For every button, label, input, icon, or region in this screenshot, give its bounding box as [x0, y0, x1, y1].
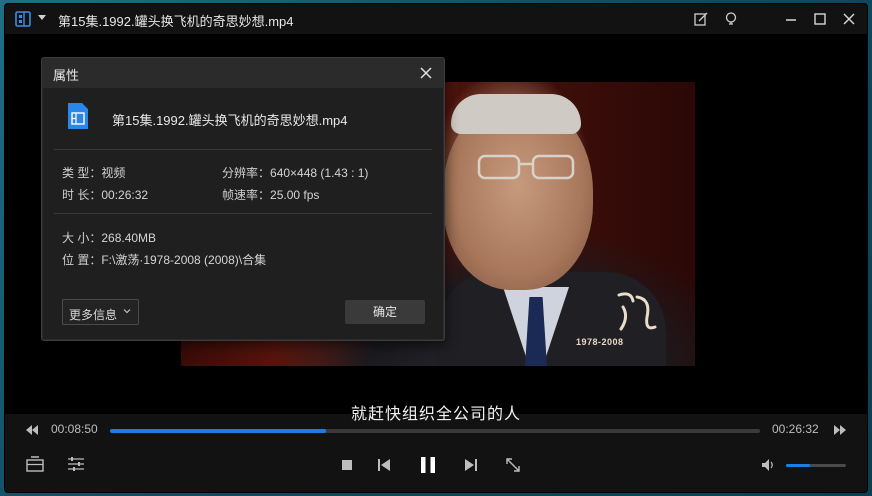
edit-icon[interactable] — [693, 11, 709, 27]
current-time: 00:08:50 — [51, 422, 98, 436]
video-figure-hair — [451, 94, 581, 134]
volume-fill — [786, 464, 810, 467]
location-row: 位 置：F:\激荡·1978-2008 (2008)\合集 — [62, 251, 266, 268]
next-icon[interactable] — [464, 458, 478, 472]
rewind-icon[interactable] — [24, 423, 40, 437]
minimize-icon[interactable] — [783, 11, 799, 27]
stop-icon[interactable] — [341, 459, 353, 471]
divider — [54, 149, 432, 150]
duration-row: 时 长：00:26:32 — [62, 186, 148, 203]
watermark-logo — [617, 292, 657, 331]
video-file-icon — [68, 103, 88, 129]
framerate-row: 帧速率：25.00 fps — [222, 186, 319, 203]
progress-row: 00:08:50 00:26:32 — [5, 420, 867, 440]
duration-label: 时 长： — [62, 188, 102, 202]
bulb-icon[interactable] — [723, 11, 739, 27]
more-info-label: 更多信息 — [69, 308, 118, 322]
app-menu-caret-icon[interactable] — [38, 15, 46, 20]
video-player-window: 第15集.1992.罐头换飞机的奇思妙想.mp4 1978-2008 就赶快组织… — [5, 4, 867, 492]
fullscreen-icon[interactable] — [505, 457, 521, 473]
ok-button[interactable]: 确定 — [345, 300, 425, 324]
dialog-close-icon[interactable] — [420, 67, 432, 79]
previous-icon[interactable] — [377, 458, 391, 472]
window-title: 第15集.1992.罐头换飞机的奇思妙想.mp4 — [58, 14, 294, 29]
volume-slider[interactable] — [786, 464, 846, 467]
dialog-title: 属性 — [53, 68, 80, 83]
close-icon[interactable] — [841, 11, 857, 27]
size-row: 大 小：268.40MB — [62, 229, 156, 246]
maximize-icon[interactable] — [812, 11, 828, 27]
file-name: 第15集.1992.罐头换飞机的奇思妙想.mp4 — [112, 113, 348, 128]
title-bar: 第15集.1992.罐头换飞机的奇思妙想.mp4 — [5, 4, 867, 34]
framerate-label: 帧速率： — [222, 188, 271, 202]
framerate-value: 25.00 fps — [270, 188, 320, 202]
video-figure-glasses — [477, 154, 575, 180]
progress-fill — [110, 429, 327, 433]
duration-value: 00:26:32 — [101, 188, 149, 202]
pause-icon[interactable] — [419, 455, 437, 475]
size-value: 268.40MB — [101, 231, 157, 245]
film-app-icon[interactable] — [15, 11, 31, 27]
resolution-row: 分辨率：640×448 (1.43 : 1) — [222, 164, 368, 181]
location-label: 位 置： — [62, 253, 102, 267]
chevron-down-icon — [123, 309, 131, 314]
settings-sliders-icon[interactable] — [67, 456, 85, 472]
forward-icon[interactable] — [832, 423, 848, 437]
playlist-icon[interactable] — [26, 456, 44, 472]
watermark-text: 1978-2008 — [576, 337, 624, 347]
divider — [54, 213, 432, 214]
type-row: 类 型：视频 — [62, 164, 125, 181]
size-label: 大 小： — [62, 231, 102, 245]
location-value: F:\激荡·1978-2008 (2008)\合集 — [101, 253, 267, 267]
type-label: 类 型： — [62, 166, 102, 180]
properties-dialog: 属性 第15集.1992.罐头换飞机的奇思妙想.mp4 类 型：视频 分辨率：6… — [41, 57, 445, 341]
resolution-value: 640×448 (1.43 : 1) — [270, 166, 369, 180]
dialog-body: 第15集.1992.罐头换飞机的奇思妙想.mp4 类 型：视频 分辨率：640×… — [43, 88, 443, 339]
total-time: 00:26:32 — [772, 422, 819, 436]
volume-icon[interactable] — [760, 457, 776, 473]
progress-bar[interactable] — [110, 429, 760, 433]
resolution-label: 分辨率： — [222, 166, 271, 180]
type-value: 视频 — [101, 166, 126, 180]
more-info-dropdown[interactable]: 更多信息 — [62, 299, 139, 325]
